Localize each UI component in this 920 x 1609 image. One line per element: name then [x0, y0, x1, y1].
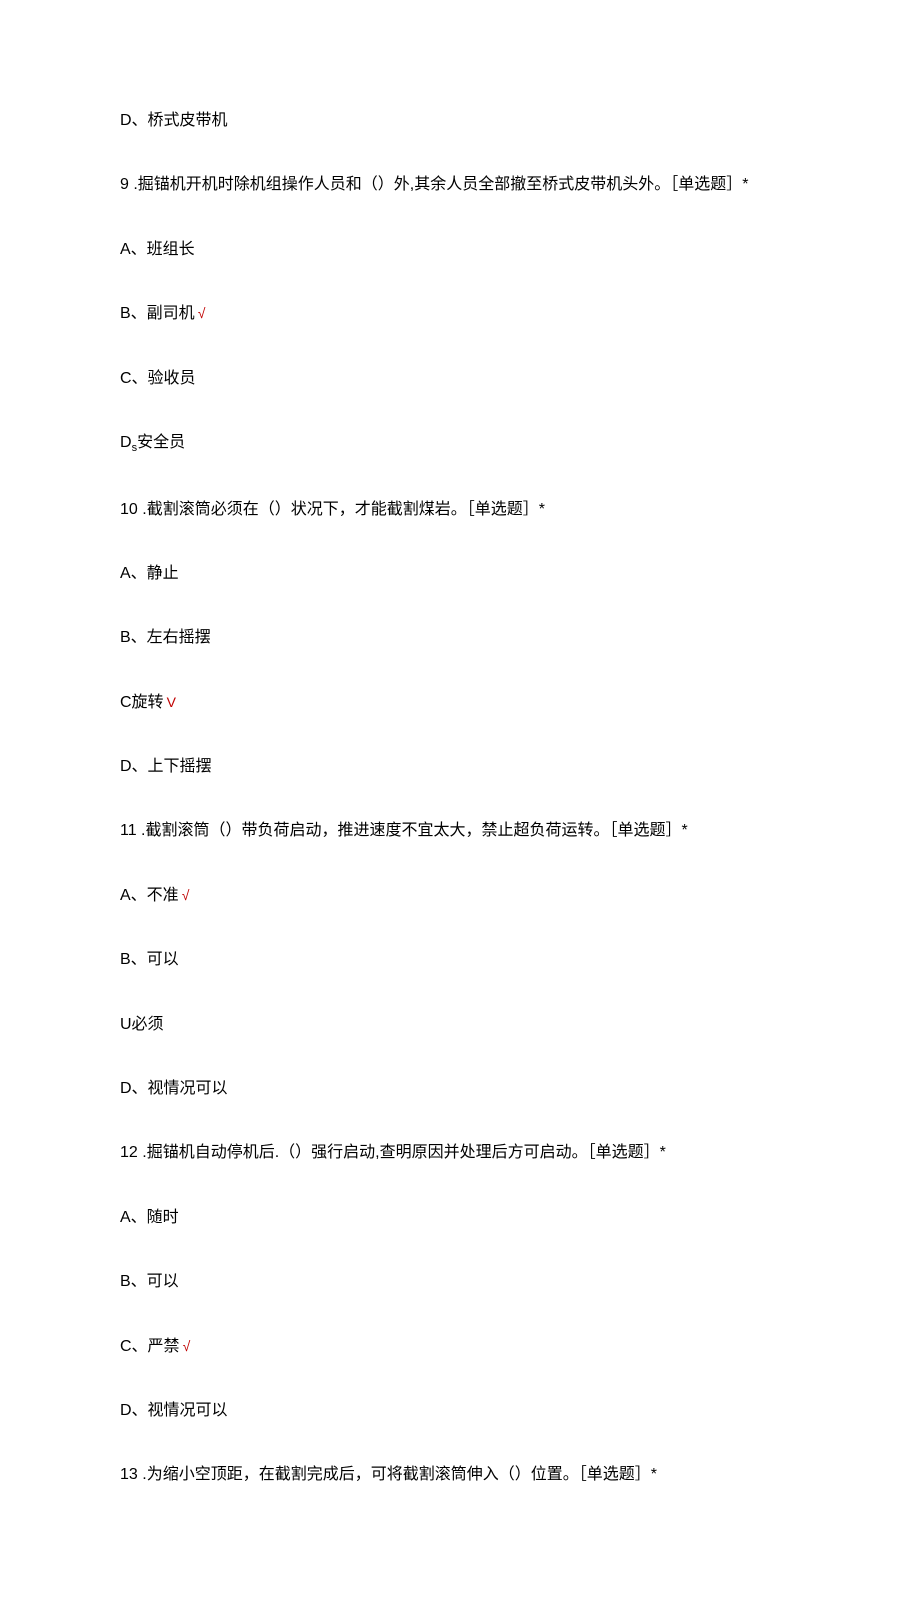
text: D、视情况可以	[120, 1080, 228, 1097]
question-text: 10 .截割滚筒必须在（）状况下，才能截割煤岩。［单选题］*	[120, 499, 800, 521]
text: B、副司机	[120, 305, 195, 322]
option-text: D、视情况可以	[120, 1078, 800, 1100]
option-text: C旋转V	[120, 692, 800, 714]
question-text: 9 .掘锚机开机时除机组操作人员和（）外,其余人员全部撤至桥式皮带机头外。［单选…	[120, 174, 800, 196]
text: A、静止	[120, 565, 179, 582]
option-text: B、左右摇摆	[120, 627, 800, 649]
text: 10 .截割滚筒必须在（）状况下，才能截割煤岩。［单选题］*	[120, 501, 545, 518]
check-icon: √	[183, 1338, 191, 1354]
text: C旋转	[120, 694, 164, 711]
option-text: U必须	[120, 1014, 800, 1036]
option-text: C、验收员	[120, 368, 800, 390]
question-text: 11 .截割滚筒（）带负荷启动，推进速度不宜太大，禁止超负荷运转。［单选题］*	[120, 820, 800, 842]
option-text: D、视情况可以	[120, 1400, 800, 1422]
text: A、班组长	[120, 241, 195, 258]
text: 13 .为缩小空顶距，在截割完成后，可将截割滚筒伸入（）位置。［单选题］*	[120, 1466, 657, 1483]
text: D	[120, 434, 132, 451]
text: C、严禁	[120, 1338, 180, 1355]
option-text: B、可以	[120, 949, 800, 971]
text: B、左右摇摆	[120, 629, 211, 646]
option-text: A、随时	[120, 1207, 800, 1229]
question-text: 12 .掘锚机自动停机后.（）强行启动,查明原因并处理后方可启动。［单选题］*	[120, 1142, 800, 1164]
option-text: Ds安全员	[120, 432, 800, 457]
option-text: A、静止	[120, 563, 800, 585]
text: D、桥式皮带机	[120, 112, 228, 129]
text: 11 .截割滚筒（）带负荷启动，推进速度不宜太大，禁止超负荷运转。［单选题］*	[120, 822, 688, 839]
check-icon: V	[167, 694, 176, 710]
text-tail: 安全员	[137, 434, 185, 451]
text: 9 .掘锚机开机时除机组操作人员和（）外,其余人员全部撤至桥式皮带机头外。［单选…	[120, 176, 748, 193]
text: U必须	[120, 1016, 164, 1033]
text: C、验收员	[120, 370, 196, 387]
option-text: C、严禁√	[120, 1336, 800, 1358]
option-text: B、副司机√	[120, 303, 800, 325]
option-text: D、上下摇摆	[120, 756, 800, 778]
check-icon: √	[198, 305, 206, 321]
text: A、不准	[120, 887, 179, 904]
option-text: A、不准√	[120, 885, 800, 907]
text: D、视情况可以	[120, 1402, 228, 1419]
option-text: D、桥式皮带机	[120, 110, 800, 132]
text: A、随时	[120, 1209, 179, 1226]
text: 12 .掘锚机自动停机后.（）强行启动,查明原因并处理后方可启动。［单选题］*	[120, 1144, 666, 1161]
option-text: B、可以	[120, 1271, 800, 1293]
question-text: 13 .为缩小空顶距，在截割完成后，可将截割滚筒伸入（）位置。［单选题］*	[120, 1464, 800, 1486]
text: B、可以	[120, 1273, 179, 1290]
text: B、可以	[120, 951, 179, 968]
check-icon: √	[182, 887, 190, 903]
text: D、上下摇摆	[120, 758, 212, 775]
option-text: A、班组长	[120, 239, 800, 261]
page-content: D、桥式皮带机 9 .掘锚机开机时除机组操作人员和（）外,其余人员全部撤至桥式皮…	[0, 0, 920, 1609]
